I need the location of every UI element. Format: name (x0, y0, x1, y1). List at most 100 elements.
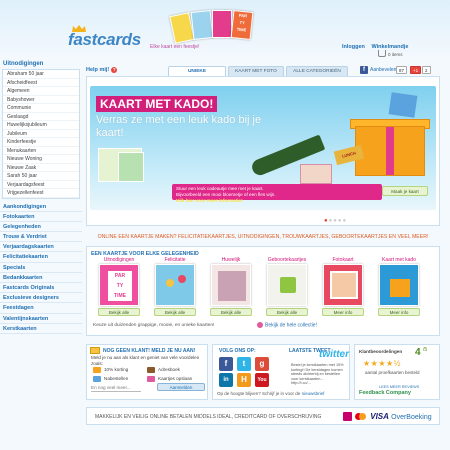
occasion-button[interactable]: Meer info (322, 308, 364, 316)
tagline: Elke kaart een feestje! (150, 44, 200, 50)
sidebar-sub-item[interactable]: Verjaardagsfeest (3, 181, 79, 189)
sidebar-item[interactable]: Valentijnskaarten (0, 314, 82, 324)
header-card (190, 10, 214, 40)
more-reviews-link[interactable]: LEES MEER REVIEWS (379, 385, 419, 389)
page: fastcards Elke kaart een feestje! PAR TY T… (0, 0, 450, 450)
sidebar-item[interactable]: Aankondigingen (0, 202, 82, 212)
seo-tagline: ONLINE EEN KAARTJE MAKEN? FELICITATIEKAA… (97, 234, 429, 240)
view-collection-link[interactable]: Bekijk de hele collectie! (257, 322, 317, 328)
sidebar-item[interactable]: Exclusieve designers (0, 293, 82, 304)
sidebar-item[interactable]: Felicitatiekaarten (0, 252, 82, 263)
hero-banner[interactable]: KAART MET KADO! Verras ze met een leuk k… (90, 86, 436, 210)
recommend-count: 87 (396, 66, 408, 74)
cart-link[interactable]: Winkelmandje (371, 44, 408, 50)
signup-text: Meld je nu aan als klant en geniet van v… (91, 355, 200, 366)
mastercard-icon-part (359, 413, 366, 421)
sidebar-sub-item[interactable]: Vrijgezellenfeest (3, 189, 79, 198)
sidebar-item[interactable]: Trouw & Verdriet (0, 232, 82, 243)
signup-more-text: En nog veel meer... (91, 385, 141, 392)
signup-button[interactable]: Aanmelden (157, 383, 205, 391)
sidebar-sub-item[interactable]: Afscheidfeest (3, 79, 79, 87)
sidebar-sub-item[interactable]: Menukaarten (3, 147, 79, 155)
sidebar-item[interactable]: Verjaardagskaarten (0, 242, 82, 253)
google-icon[interactable]: g (255, 357, 269, 371)
occasion-image (323, 264, 363, 306)
sidebar-sub-item[interactable]: Babyshower (3, 96, 79, 104)
occasion-label: Geboortekaartjes (267, 257, 307, 263)
header-card (212, 10, 232, 38)
tab-alle-categorieen[interactable]: ALLE CATEGORIEËN (286, 66, 348, 76)
reorder-icon (93, 376, 101, 382)
gift-box-small (388, 92, 418, 118)
sidebar-sub-item[interactable]: Communie (3, 104, 79, 113)
address-book-icon (147, 367, 155, 373)
sidebar-item[interactable]: Kerstkaarten (0, 324, 82, 334)
payment-text: MAKKELIJK EN VEILIG ONLINE BETALEN MIDDE… (95, 414, 322, 420)
make-card-button[interactable]: Maak je kaart (382, 186, 428, 196)
carousel-dots[interactable]: ●●●●● (324, 218, 347, 224)
occasion-card[interactable]: Fotokaart Meer info (317, 257, 369, 319)
login-link[interactable]: Inloggen (342, 44, 365, 50)
envelope-icon (90, 347, 100, 354)
help-link[interactable]: Help mij!? (86, 67, 118, 73)
twitter-icon[interactable]: t (237, 357, 251, 371)
occasion-card[interactable]: Kaart met kado Meer info (373, 257, 425, 319)
hyves-icon[interactable]: H (237, 373, 251, 387)
reviews-box: Klantbeoordelingen 4 /5 ★★★★½ aantal pro… (354, 344, 440, 400)
occasion-card[interactable]: Huwelijk Bekijk alle (205, 257, 257, 319)
facebook-icon[interactable]: f (360, 66, 368, 74)
hero-info-link[interactable]: Klik hier voor meer informatie! (176, 198, 243, 203)
google-plusone-button[interactable]: +1 (410, 66, 422, 74)
linkedin-icon[interactable]: in (219, 373, 233, 387)
sidebar-sub-item[interactable]: Huwelijksjubileum (3, 121, 79, 130)
help-label: Help mij! (86, 67, 110, 73)
sidebar-item[interactable]: Specials (0, 263, 82, 273)
hero-info-strip[interactable]: Stuur een leuk cadeautje mee met je kaar… (172, 184, 382, 203)
feedback-company-logo[interactable]: Feedback Company (359, 390, 411, 396)
logo[interactable]: fastcards (68, 30, 141, 50)
sidebar-heading-uitnodigingen[interactable]: Uitnodigingen (0, 60, 82, 69)
reviews-title: Klantbeoordelingen (359, 349, 403, 354)
sidebar-sub-item[interactable]: Geslaagd (3, 113, 79, 121)
plusone-count: 2 (422, 66, 431, 74)
newsletter-link[interactable]: nieuwsbrief (302, 391, 325, 396)
sidebar-sub-item[interactable]: Abraham 50 jaar (3, 70, 79, 79)
occasion-label: Huwelijk (221, 257, 241, 263)
occasion-button[interactable]: Bekijk alle (210, 308, 252, 316)
sidebar-sub-item[interactable]: Nieuwe Zaak (3, 164, 79, 172)
occasion-card[interactable]: Uitnodigingen PAR TY TIME Bekijk alle (93, 257, 145, 319)
wedding-photo (218, 271, 246, 301)
cart-icon[interactable] (378, 50, 386, 57)
baby-photo (330, 271, 358, 299)
hero-subtitle: Verras ze met een leuk kado bij je kaart… (96, 114, 262, 139)
latest-tweet: Bestel je kerstkaarten met 15% korting!!… (291, 363, 344, 386)
occasion-button[interactable]: Meer info (378, 308, 420, 316)
hero-info-line: Bijvoorbeeld een mooi bloemetje of een f… (176, 192, 276, 197)
sidebar-sub-item[interactable]: Sarah 50 jaar (3, 172, 79, 181)
tab-unieke-wenskaarten[interactable]: UNIEKE WENSKAARTEN (168, 66, 226, 84)
occasion-button[interactable]: Bekijk alle (154, 308, 196, 316)
occasion-image (379, 264, 419, 306)
sidebar-item[interactable]: Fotokaarten (0, 212, 82, 222)
sidebar-sub-item[interactable]: Jubileum (3, 130, 79, 138)
sidebar-item[interactable]: Feestdagen (0, 303, 82, 314)
facebook-icon[interactable]: f (219, 357, 233, 371)
sidebar-sub-item[interactable]: Algemeen (3, 87, 79, 96)
sidebar-sub-item[interactable]: Kinderfeestje (3, 138, 79, 147)
occasion-card[interactable]: Geboortekaartjes Bekijk alle (261, 257, 313, 319)
sidebar-sub-item[interactable]: Nieuwe Woning (3, 155, 79, 164)
sidebar-item[interactable]: Gelegenheden (0, 222, 82, 233)
tab-kaart-met-foto[interactable]: KAART MET FOTO (228, 66, 284, 76)
occasion-image (267, 264, 307, 306)
sidebar-item[interactable]: Fastcards Originals (0, 283, 82, 294)
occasion-button[interactable]: Bekijk alle (98, 308, 140, 316)
sidebar-item[interactable]: Bedankkaarten (0, 273, 82, 283)
birth-card-emblem (280, 277, 296, 293)
hero-title: KAART MET KADO! (96, 96, 218, 112)
occasion-button[interactable]: Bekijk alle (266, 308, 308, 316)
twitter-logo[interactable]: twitter (319, 349, 349, 360)
recommend-button[interactable]: Aanbevelen (370, 67, 396, 73)
perk: Nabestellen (93, 376, 128, 382)
occasion-card[interactable]: Felicitatie Bekijk alle (149, 257, 201, 319)
youtube-icon[interactable]: You (255, 373, 269, 387)
